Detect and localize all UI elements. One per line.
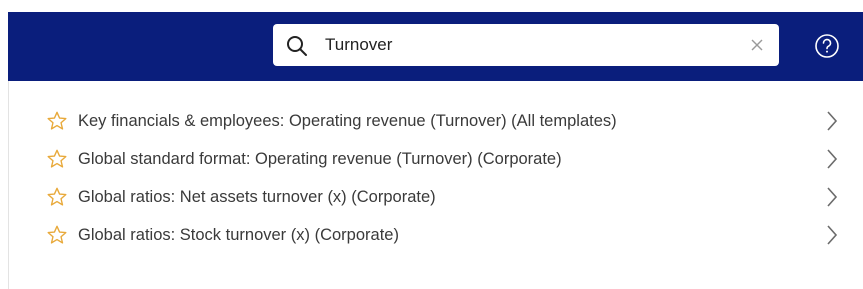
header-bar: [8, 12, 863, 81]
chevron-right-icon[interactable]: [825, 109, 839, 133]
list-item[interactable]: Global ratios: Net assets turnover (x) (…: [8, 180, 848, 218]
search-results-panel: Key financials & employees: Operating re…: [0, 0, 863, 289]
result-label: Global standard format: Operating revenu…: [78, 150, 562, 168]
search-box[interactable]: [273, 24, 779, 66]
results-list: Key financials & employees: Operating re…: [8, 104, 863, 256]
list-item[interactable]: Global ratios: Stock turnover (x) (Corpo…: [8, 218, 848, 256]
search-icon: [287, 36, 307, 56]
chevron-right-icon[interactable]: [825, 147, 839, 171]
result-label: Global ratios: Stock turnover (x) (Corpo…: [78, 226, 399, 244]
chevron-right-icon[interactable]: [825, 223, 839, 247]
close-icon[interactable]: [749, 37, 765, 53]
chevron-right-icon[interactable]: [825, 185, 839, 209]
star-outline-icon[interactable]: [46, 186, 68, 208]
search-input[interactable]: [325, 24, 725, 66]
list-item[interactable]: Global standard format: Operating revenu…: [8, 142, 848, 180]
help-circle-icon[interactable]: [813, 32, 841, 60]
list-item[interactable]: Key financials & employees: Operating re…: [8, 104, 848, 142]
result-label: Key financials & employees: Operating re…: [78, 112, 617, 130]
star-outline-icon[interactable]: [46, 148, 68, 170]
star-outline-icon[interactable]: [46, 110, 68, 132]
star-outline-icon[interactable]: [46, 224, 68, 246]
result-label: Global ratios: Net assets turnover (x) (…: [78, 188, 436, 206]
